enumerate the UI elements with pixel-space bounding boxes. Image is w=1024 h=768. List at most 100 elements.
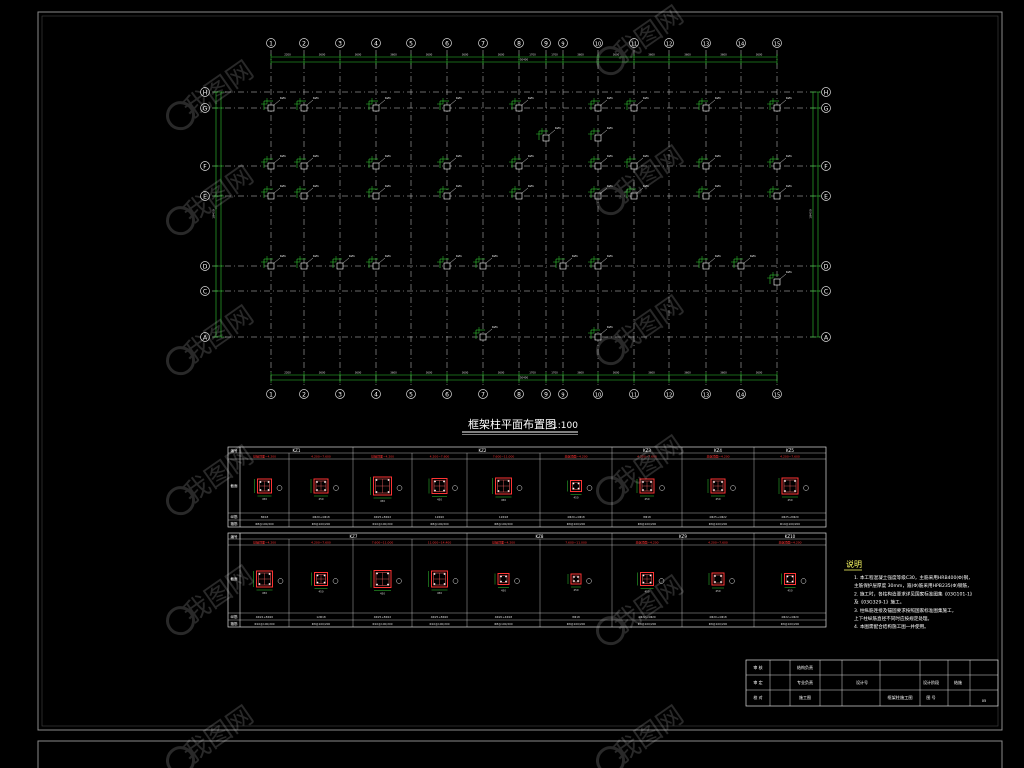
dimension-text: 3600	[319, 371, 326, 375]
rebar-dot	[721, 489, 723, 491]
detail-marker	[277, 578, 284, 584]
stirrup-spec: Φ10@100/200	[372, 522, 392, 526]
axis-number: 10	[595, 42, 601, 48]
section-outline	[497, 573, 510, 585]
section-dim-text: 450	[380, 592, 385, 596]
rebar-dot	[433, 573, 436, 575]
column-section-detail: 450	[781, 573, 807, 593]
rebar-dot	[268, 573, 271, 575]
watermark-text: 我图网	[178, 55, 259, 124]
stirrup-spec: Φ8@100/200	[567, 522, 586, 526]
column-square	[267, 262, 275, 270]
column-tag: KZ1	[280, 96, 286, 100]
column-tag: KZ1	[607, 126, 613, 130]
stirrup-spec: Φ8@100/200	[312, 622, 331, 626]
column-square	[515, 192, 523, 200]
column-tag: KZ1	[349, 254, 355, 258]
elevation-label: 7.600~11.000	[565, 541, 587, 545]
detail-marker	[659, 485, 665, 491]
rebar-dot	[323, 581, 326, 584]
rebar-dot	[784, 490, 786, 492]
note-line: 1. 本工程混凝土强度等级C30，主筋采用HRB400(Φ)钢，	[854, 574, 973, 581]
column-section-detail: 450	[370, 476, 403, 503]
column-square	[300, 262, 308, 270]
axis-number: 12	[666, 42, 672, 48]
elevation-label: 7.600~11.000	[372, 541, 394, 545]
column-square	[479, 333, 487, 341]
column-section-detail: 450	[492, 477, 523, 502]
cad-drawing-canvas: 1122334455667788999910101111121213131414…	[37, 0, 1003, 768]
rebar-dot	[434, 489, 436, 492]
rebar-dot	[497, 490, 500, 492]
column-tag: KZ1	[313, 184, 319, 188]
axis-number: 9	[544, 392, 548, 399]
rebar-dot	[268, 583, 271, 585]
column-group-label: KZ9	[679, 534, 687, 539]
sheet-label: 结施	[954, 679, 962, 685]
column-square	[267, 104, 275, 112]
column-tag: KZ1	[280, 254, 286, 258]
column-tag: KZ1	[385, 96, 391, 100]
column-symbol: KZ1	[437, 254, 462, 270]
section-dim-text: 450	[437, 591, 442, 595]
note-line: 3. 柱纵筋连接及锚固要求按照国家标准图集施工，	[854, 607, 956, 614]
column-symbol: KZ1	[588, 254, 613, 270]
dimension-text: 3600	[426, 53, 433, 57]
column-tag: KZ1	[715, 184, 721, 188]
title-block-cell: 图 号	[926, 694, 935, 700]
rebar-dot	[259, 481, 262, 483]
axis-letter: C	[824, 289, 828, 296]
watermark: 我图网	[166, 700, 259, 768]
section-dim-text: 450	[574, 588, 579, 592]
leader-line	[449, 257, 457, 264]
column-square	[300, 104, 308, 112]
column-symbol: KZ1	[437, 184, 462, 200]
dimension-text: 3600	[462, 371, 469, 375]
axis-number: 10	[595, 393, 601, 399]
column-tag: KZ1	[528, 154, 534, 158]
column-symbol: KZ1	[294, 154, 319, 170]
page-number: 05	[982, 699, 987, 703]
stirrup-spec: Φ10@100/200	[780, 522, 800, 526]
column-tag: KZ1	[607, 325, 613, 329]
leader-line	[708, 99, 716, 106]
section-dim-text: 450	[716, 497, 721, 501]
column-symbol: KZ1	[696, 154, 721, 170]
leader-line	[306, 157, 314, 164]
axis-number: 8	[517, 392, 521, 399]
axis-number: 5	[409, 41, 413, 48]
leader-line	[779, 273, 787, 280]
rebar-dot	[649, 574, 652, 577]
rebar-dot	[443, 583, 446, 585]
elevation-label: 4.200~7.600	[311, 455, 331, 459]
rebar-dot	[507, 480, 510, 482]
dimension-text: 3600	[577, 371, 584, 375]
leader-line	[378, 187, 386, 194]
stirrup-spec: Φ8@100/200	[709, 522, 728, 526]
leader-line	[306, 187, 314, 194]
dimension-total: 50400	[520, 58, 529, 62]
axis-number: 2	[302, 41, 306, 48]
section-outline	[784, 573, 796, 585]
rebar-spec: 4Φ25+8Φ20	[781, 515, 799, 519]
leader-line	[779, 187, 787, 194]
notes-heading: 说明	[846, 559, 862, 569]
detail-marker	[730, 485, 736, 491]
axis-letter: H	[824, 90, 829, 97]
rebar-dot	[387, 583, 389, 586]
column-tag: KZ1	[313, 96, 319, 100]
axis-number: 9	[561, 393, 564, 399]
rebar-dot	[642, 574, 645, 577]
dimension-text: 3600	[355, 371, 362, 375]
watermark-text: 我图网	[178, 300, 259, 369]
watermark: 我图网	[596, 140, 689, 216]
column-square	[773, 162, 781, 170]
section-dim-text: 450	[501, 589, 506, 593]
axis-letter: D	[203, 264, 208, 271]
stirrup-spec: Φ8@100/200	[494, 622, 513, 626]
elevation-label: 11.000~14.400	[428, 541, 452, 545]
rebar-dot	[642, 581, 645, 584]
column-square	[372, 192, 380, 200]
column-symbol: KZ1	[261, 154, 286, 170]
section-dim-text: 450	[380, 499, 385, 503]
